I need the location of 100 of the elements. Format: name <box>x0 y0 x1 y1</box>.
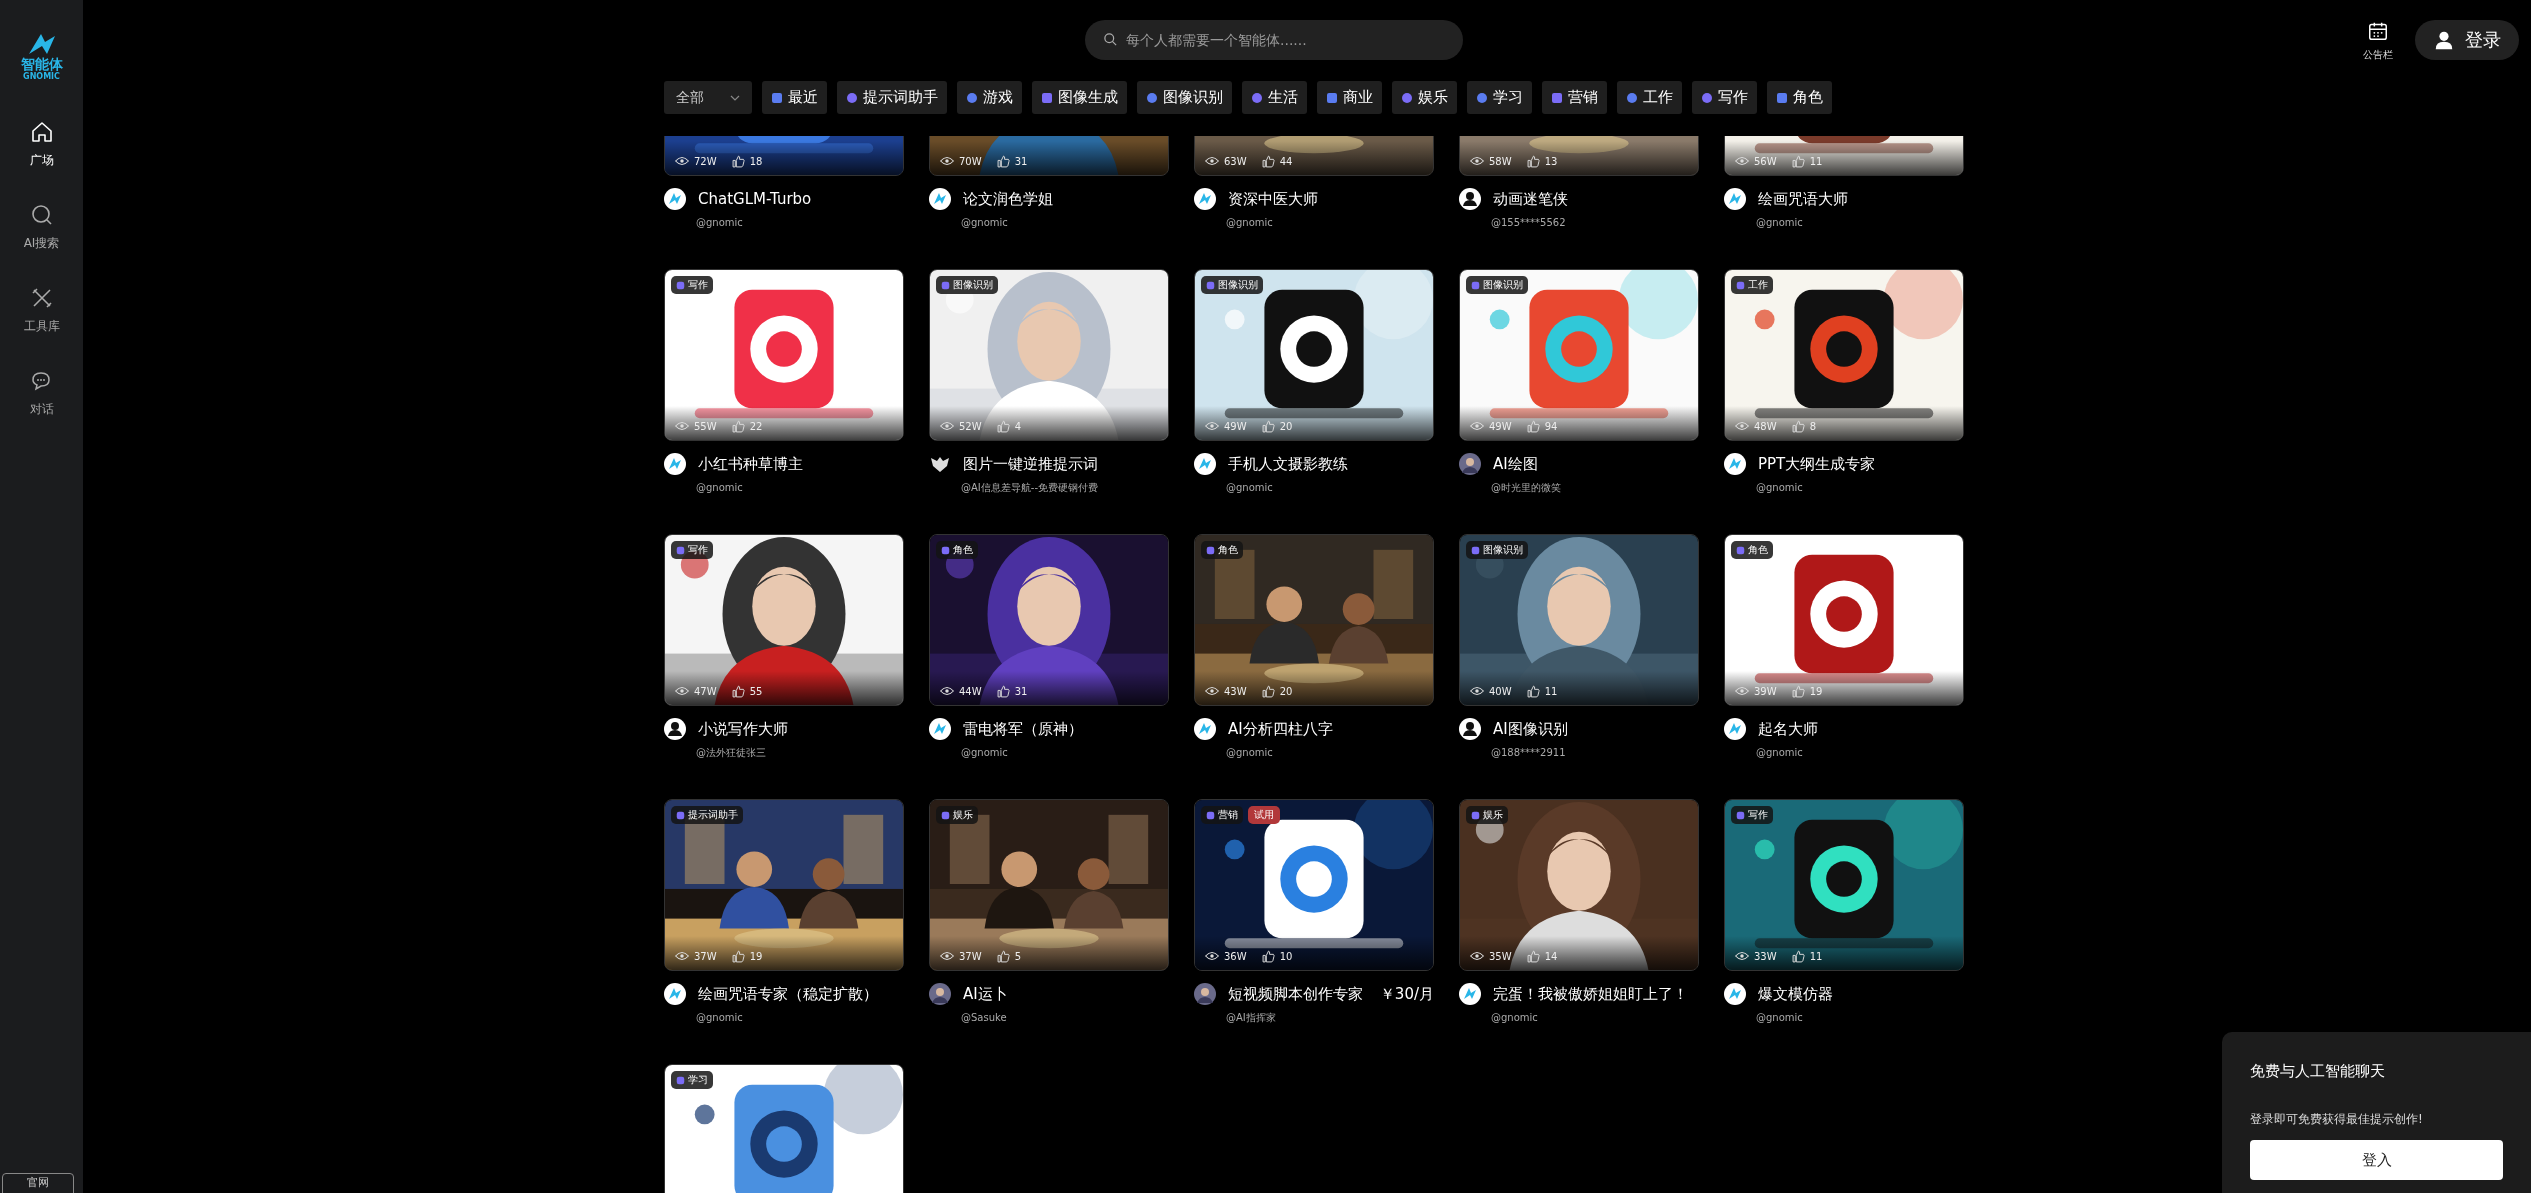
view-count: 56W <box>1754 155 1777 167</box>
avatar-icon <box>1194 188 1216 210</box>
card-image[interactable]: 学习 <box>664 1064 904 1193</box>
agent-title[interactable]: 短视频脚本创作专家 <box>1228 984 1363 1004</box>
category-dropdown[interactable]: 全部 <box>664 81 752 114</box>
author-handle: @gnomic <box>696 481 744 495</box>
agent-title[interactable]: AI分析四柱八字 <box>1228 719 1333 739</box>
agent-title[interactable]: 绘画咒语专家（稳定扩散） <box>698 984 878 1004</box>
agent-title[interactable]: 资深中医大师 <box>1228 189 1318 209</box>
card-image[interactable]: 图像识别 49W 94 <box>1459 269 1699 441</box>
agent-title[interactable]: 动画迷笔侠 <box>1493 189 1568 209</box>
category-tab[interactable]: 图像生成 <box>1032 81 1127 114</box>
agent-title[interactable]: 手机人文摄影教练 <box>1228 454 1348 474</box>
nav-item[interactable]: AI搜索 <box>23 203 60 252</box>
view-count: 37W <box>694 950 717 962</box>
notice-button[interactable]: 公告栏 <box>2363 20 2393 62</box>
nav-item[interactable]: 广场 <box>23 120 60 169</box>
sign-in-button[interactable]: 登入 <box>2250 1140 2503 1180</box>
category-icon <box>1401 91 1413 104</box>
category-tab[interactable]: 角色 <box>1767 81 1832 114</box>
agent-title[interactable]: ChatGLM-Turbo <box>698 190 812 208</box>
agent-title[interactable]: 论文润色学姐 <box>963 189 1053 209</box>
card-image[interactable]: 56W 11 <box>1724 136 1964 176</box>
nav-item[interactable]: 工具库 <box>23 286 60 335</box>
card-image[interactable]: 写作 33W 11 <box>1724 799 1964 971</box>
card-image[interactable]: 70W 31 <box>929 136 1169 176</box>
eye-icon <box>675 686 689 696</box>
category-icon <box>676 810 685 820</box>
agent-title[interactable]: 雷电将军（原神） <box>963 719 1083 739</box>
category-tab[interactable]: 提示词助手 <box>837 81 947 114</box>
thumbs-up-icon <box>996 419 1010 433</box>
nav-item[interactable]: 对话 <box>23 369 60 418</box>
card-image[interactable]: 营销 试用 36W 10 <box>1194 799 1434 971</box>
agent-title[interactable]: AI绘图 <box>1493 454 1538 474</box>
category-badge: 写作 <box>1731 806 1773 824</box>
category-icon <box>941 280 950 290</box>
card-image[interactable]: 提示词助手 37W 19 <box>664 799 904 971</box>
avatar-icon <box>1459 718 1481 740</box>
card-image[interactable]: 娱乐 37W 5 <box>929 799 1169 971</box>
card-image[interactable]: 图像识别 40W 11 <box>1459 534 1699 706</box>
category-tab[interactable]: 生活 <box>1242 81 1307 114</box>
author-handle: @gnomic <box>1756 481 1804 495</box>
agent-title[interactable]: 小说写作大师 <box>698 719 788 739</box>
eye-icon <box>1470 421 1484 431</box>
card-image[interactable]: 图像识别 49W 20 <box>1194 269 1434 441</box>
card-image[interactable]: 63W 44 <box>1194 136 1434 176</box>
caret-icon <box>730 94 740 101</box>
thumbs-up-icon <box>1261 154 1275 168</box>
website-button[interactable]: 官网 <box>2 1173 74 1193</box>
category-icon <box>1206 545 1215 555</box>
agent-title[interactable]: 图片一键逆推提示词 <box>963 454 1098 474</box>
avatar-icon <box>1724 718 1746 740</box>
login-button[interactable]: 登录 <box>2415 20 2519 60</box>
card-image[interactable]: 角色 43W 20 <box>1194 534 1434 706</box>
agent-title[interactable]: 爆文模仿器 <box>1758 984 1833 1004</box>
category-icon <box>1146 91 1158 104</box>
thumbs-up-icon <box>731 154 745 168</box>
category-badge: 图像识别 <box>1466 276 1528 294</box>
category-icon <box>941 810 950 820</box>
card-image[interactable]: 角色 44W 31 <box>929 534 1169 706</box>
agent-title[interactable]: PPT大纲生成专家 <box>1758 454 1876 474</box>
agent-title[interactable]: 绘画咒语大师 <box>1758 189 1848 209</box>
author-handle: @gnomic <box>1226 481 1274 495</box>
agent-title[interactable]: AI运卜 <box>963 984 1008 1004</box>
card-image[interactable]: 角色 39W 19 <box>1724 534 1964 706</box>
agent-title[interactable]: 完蛋！我被傲娇姐姐盯上了！ <box>1493 984 1688 1004</box>
card-image[interactable]: 58W 13 <box>1459 136 1699 176</box>
category-tab[interactable]: 写作 <box>1692 81 1757 114</box>
avatar-icon <box>1194 718 1216 740</box>
card-image[interactable]: 娱乐 35W 14 <box>1459 799 1699 971</box>
category-badge: 工作 <box>1731 276 1773 294</box>
card-image[interactable]: 图像识别 52W 4 <box>929 269 1169 441</box>
category-tab[interactable]: 学习 <box>1467 81 1532 114</box>
author-handle: @gnomic <box>1756 746 1804 760</box>
agent-title[interactable]: AI图像识别 <box>1493 719 1568 739</box>
category-tab[interactable]: 工作 <box>1617 81 1682 114</box>
category-tab[interactable]: 娱乐 <box>1392 81 1457 114</box>
search-field[interactable]: 每个人都需要一个智能体...... <box>1085 20 1463 60</box>
eye-icon <box>1205 421 1219 431</box>
eye-icon <box>1735 421 1749 431</box>
agent-title[interactable]: 起名大师 <box>1758 719 1818 739</box>
view-count: 72W <box>694 155 717 167</box>
avatar-icon <box>664 188 686 210</box>
card-image[interactable]: 工作 48W 8 <box>1724 269 1964 441</box>
thumbs-up-icon <box>1526 154 1540 168</box>
like-count: 19 <box>1809 685 1823 697</box>
category-badge: 娱乐 <box>1466 806 1508 824</box>
thumbs-up-icon <box>996 949 1010 963</box>
category-tab[interactable]: 游戏 <box>957 81 1022 114</box>
card-image[interactable]: 写作 55W 22 <box>664 269 904 441</box>
category-tab[interactable]: 图像识别 <box>1137 81 1232 114</box>
author-handle: @gnomic <box>1226 746 1274 760</box>
category-badge: 图像识别 <box>1466 541 1528 559</box>
category-tab[interactable]: 最近 <box>762 81 827 114</box>
agent-title[interactable]: 小红书种草博主 <box>698 454 803 474</box>
card-image[interactable]: 72W 18 <box>664 136 904 176</box>
category-icon <box>676 1075 685 1085</box>
card-image[interactable]: 写作 47W 55 <box>664 534 904 706</box>
category-tab[interactable]: 营销 <box>1542 81 1607 114</box>
category-tab[interactable]: 商业 <box>1317 81 1382 114</box>
